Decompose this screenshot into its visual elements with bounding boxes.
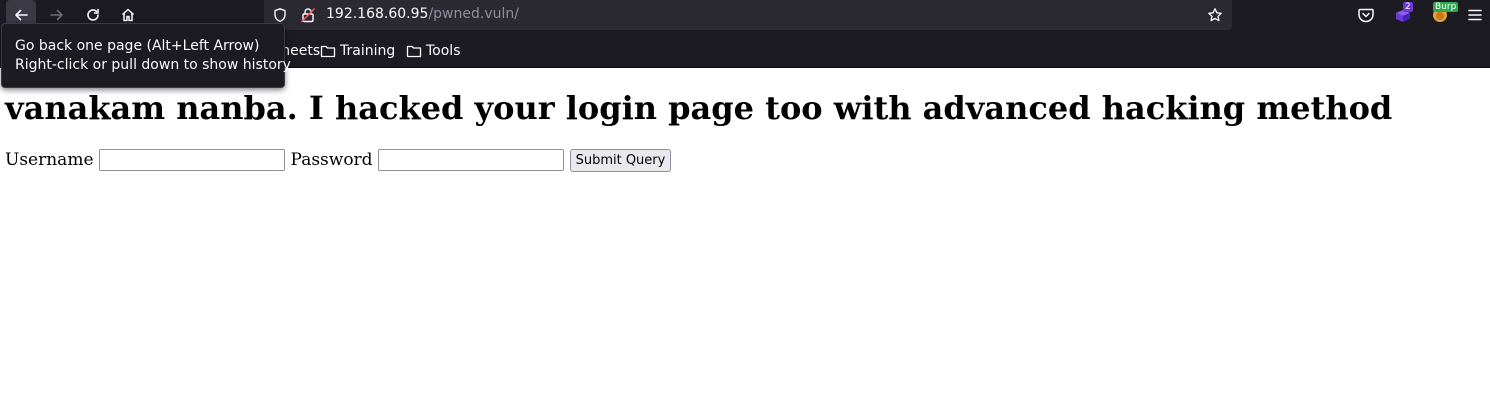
containers-badge: 2: [1403, 2, 1413, 12]
burp-extension-button[interactable]: Burp: [1430, 2, 1459, 26]
submit-button[interactable]: Submit Query: [569, 148, 672, 172]
bookmark-folder-tools[interactable]: Tools: [406, 42, 461, 60]
url-text[interactable]: 192.168.60.95/pwned.vuln/: [326, 6, 519, 22]
bookmark-label: Tools: [426, 43, 461, 59]
shield-icon[interactable]: [272, 7, 288, 23]
url-host: 192.168.60.95: [326, 6, 429, 22]
tooltip-line: Right-click or pull down to show history: [15, 57, 291, 73]
url-bar[interactable]: 192.168.60.95/pwned.vuln/: [264, 0, 1232, 30]
reload-icon: [87, 8, 99, 21]
tooltip-line: Go back one page (Alt+Left Arrow): [15, 38, 260, 54]
page-content: vanakam nanba. I hacked your login page …: [0, 68, 1490, 417]
folder-icon: [406, 45, 422, 58]
star-icon[interactable]: [1207, 7, 1223, 23]
username-input[interactable]: [98, 149, 285, 171]
home-icon: [121, 8, 135, 22]
bookmark-folder-training[interactable]: Training: [320, 42, 395, 60]
back-arrow-icon: [15, 9, 28, 21]
insecure-lock-icon[interactable]: [300, 7, 316, 23]
login-form: Username Password Submit Query: [5, 148, 672, 172]
back-button-tooltip: Go back one page (Alt+Left Arrow) Right-…: [1, 23, 291, 88]
url-path: /pwned.vuln/: [428, 6, 519, 22]
pocket-icon[interactable]: [1357, 6, 1375, 24]
page-heading: vanakam nanba. I hacked your login page …: [5, 89, 1393, 127]
password-input[interactable]: [377, 149, 564, 171]
burp-badge: Burp: [1433, 2, 1459, 12]
folder-icon: [320, 45, 336, 58]
password-label: Password: [290, 150, 373, 170]
username-label: Username: [5, 150, 94, 170]
containers-extension-button[interactable]: 2: [1394, 2, 1416, 26]
bookmark-label: Training: [340, 43, 396, 59]
hamburger-menu-icon[interactable]: [1466, 6, 1484, 24]
forward-arrow-icon: [50, 9, 63, 21]
